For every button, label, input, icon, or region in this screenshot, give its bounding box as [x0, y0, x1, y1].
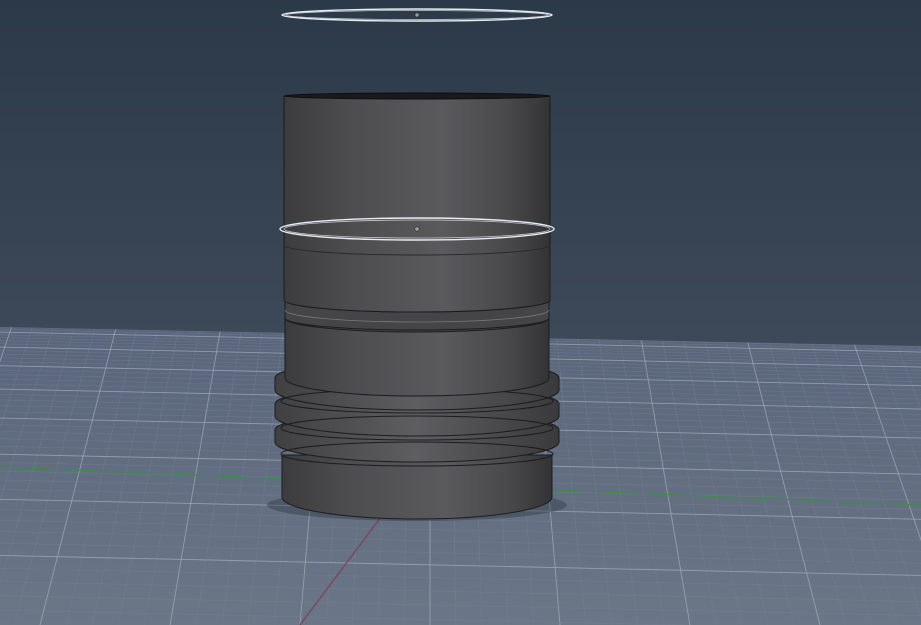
cylinder-object[interactable] [274, 92, 560, 520]
cylinder-top-cap [283, 92, 551, 100]
pivot-dot-icon[interactable] [414, 12, 420, 18]
3d-viewport[interactable] [0, 0, 921, 625]
cylinder-upper-section [283, 95, 551, 313]
viewport-canvas[interactable] [0, 0, 921, 625]
cylinder-bottom-section [281, 454, 553, 520]
pivot-dot-icon[interactable] [414, 226, 420, 232]
